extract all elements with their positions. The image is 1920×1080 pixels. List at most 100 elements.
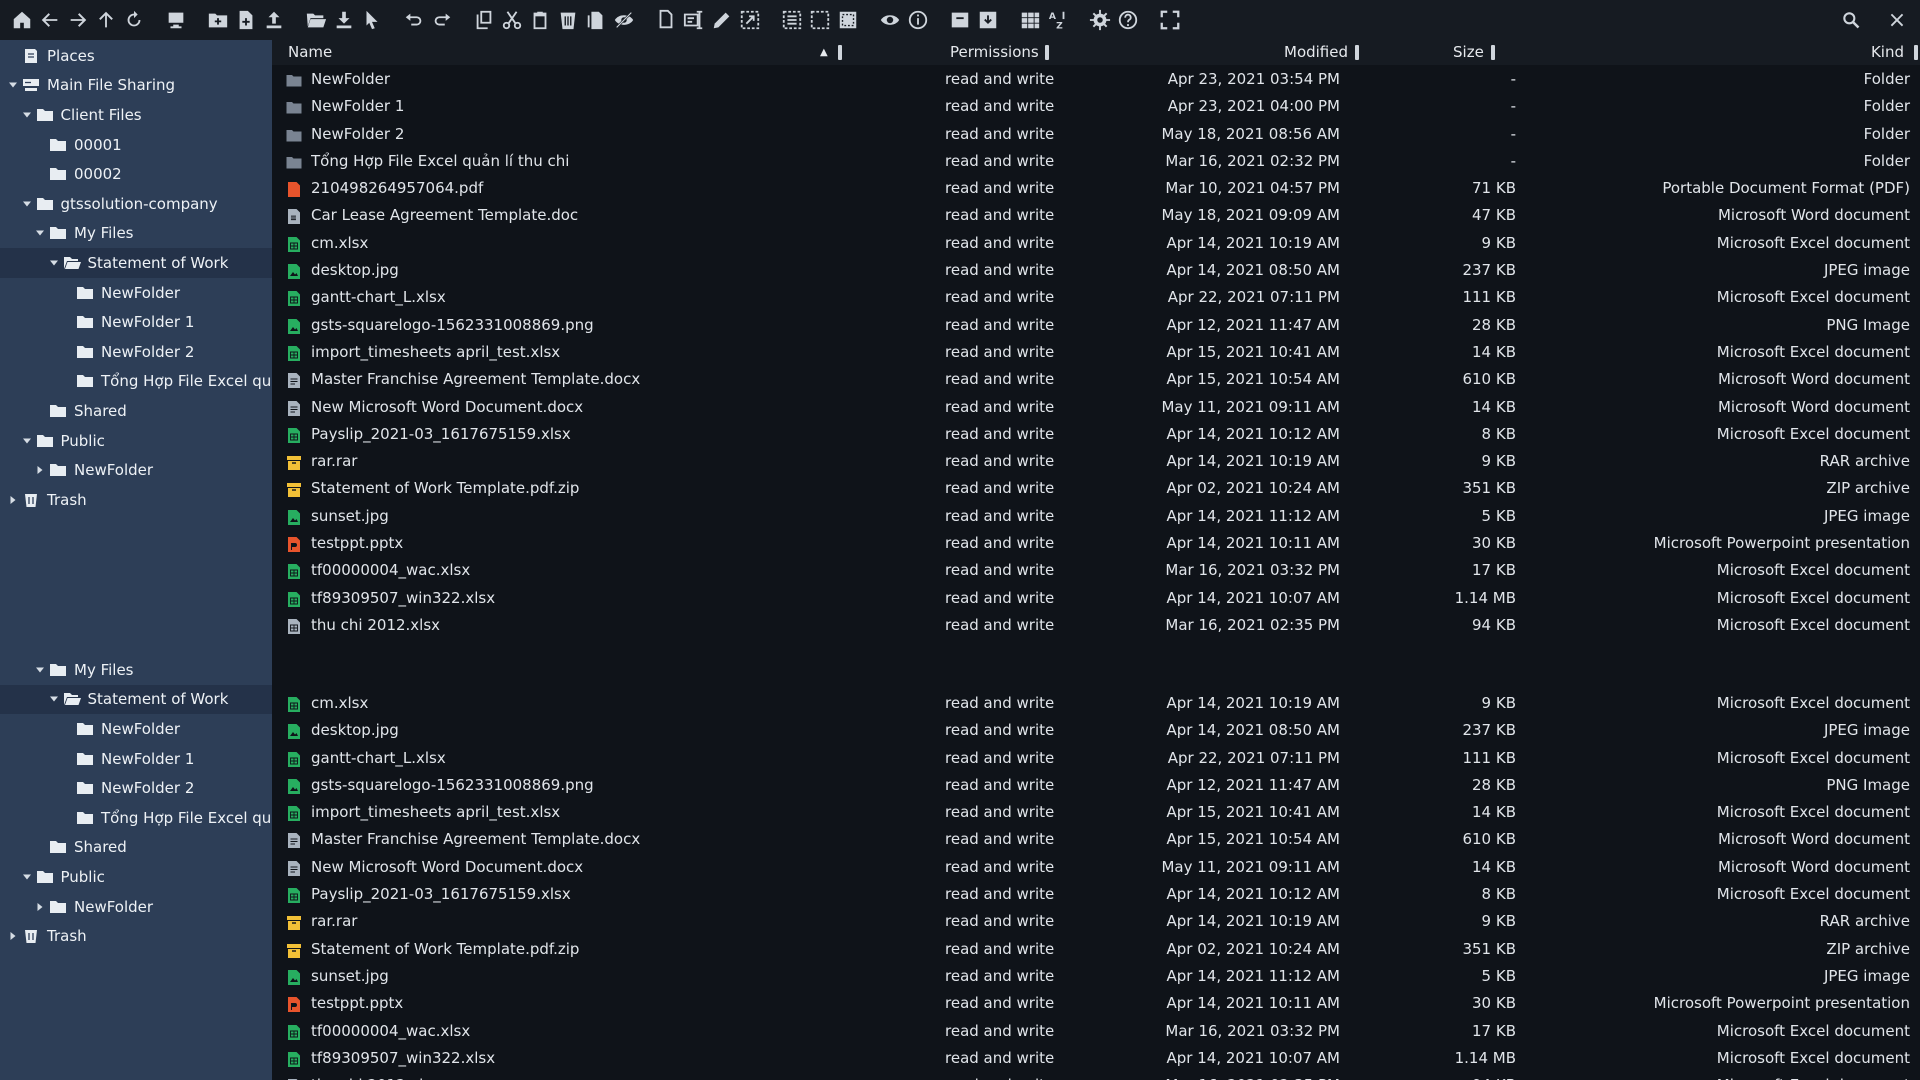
file-row[interactable]: Master Franchise Agreement Template.docx… (272, 826, 1920, 853)
file-row[interactable]: Statement of Work Template.pdf.zip read a… (272, 936, 1920, 963)
tree-item-t-ng-h-p-file-excel-qu-n[interactable]: Tổng Hợp File Excel quản (0, 367, 272, 397)
tree-toggle[interactable] (20, 108, 34, 122)
tree-toggle[interactable] (20, 434, 34, 448)
tree-item-statement-of-work[interactable]: Statement of Work (0, 248, 272, 278)
file-row[interactable]: thu chi 2012.xlsx read and write Mar 16, 2… (272, 612, 1920, 639)
back-button[interactable] (37, 7, 63, 33)
file-row[interactable]: cm.xlsx read and write Apr 14, 2021 10:19 … (272, 230, 1920, 257)
column-kind[interactable]: Kind (1871, 40, 1904, 65)
extract-button[interactable] (975, 7, 1001, 33)
copy-button[interactable] (471, 7, 497, 33)
tree-item-newfolder[interactable]: NewFolder (0, 892, 272, 922)
tree-item-client-files[interactable]: Client Files (0, 100, 272, 130)
tree-item-main-file-sharing[interactable]: Main File Sharing (0, 71, 272, 101)
file-row[interactable]: tf00000004_wac.xlsx read and write Mar 16,… (272, 1018, 1920, 1045)
duplicate-button[interactable] (653, 7, 679, 33)
file-row[interactable]: sunset.jpg read and write Apr 14, 2021 11:… (272, 503, 1920, 530)
file-row[interactable]: testppt.pptx read and write Apr 14, 2021 1… (272, 990, 1920, 1017)
column-size[interactable]: Size (1453, 40, 1484, 65)
tree-item-trash[interactable]: Trash (0, 921, 272, 951)
select-none-button[interactable] (807, 7, 833, 33)
file-row[interactable]: NewFolder read and write Apr 23, 2021 03:5… (272, 66, 1920, 93)
invert-selection-button[interactable] (835, 7, 861, 33)
upload-button[interactable] (261, 7, 287, 33)
grid-view-button[interactable] (1017, 7, 1043, 33)
edit-button[interactable] (709, 7, 735, 33)
forward-button[interactable] (65, 7, 91, 33)
tree-item-my-files[interactable]: My Files (0, 655, 272, 685)
tree-item-trash[interactable]: Trash (0, 485, 272, 515)
tree-toggle[interactable] (33, 226, 47, 240)
settings-button[interactable] (1087, 7, 1113, 33)
file-row[interactable]: Tổng Hợp File Excel quản lí thu chi read … (272, 148, 1920, 175)
hide-button[interactable] (611, 7, 637, 33)
tree-toggle[interactable] (20, 197, 34, 211)
tree-item-public[interactable]: Public (0, 426, 272, 456)
tree-item-statement-of-work[interactable]: Statement of Work (0, 684, 272, 715)
sort-az-button[interactable]: AZ (1045, 7, 1071, 33)
tree-item-newfolder-1[interactable]: NewFolder 1 (0, 744, 272, 774)
tree-item-newfolder[interactable]: NewFolder (0, 714, 272, 744)
paste-button[interactable] (527, 7, 553, 33)
tree-item-gtssolution-company[interactable]: gtssolution-company (0, 189, 272, 219)
column-resize-handle[interactable] (1491, 45, 1495, 60)
tree-toggle[interactable] (47, 256, 61, 270)
tree-toggle[interactable] (33, 900, 47, 914)
file-row[interactable]: gsts-squarelogo-1562331008869.png read an… (272, 312, 1920, 339)
column-resize-handle[interactable] (1914, 45, 1918, 60)
file-row[interactable]: testppt.pptx read and write Apr 14, 2021 1… (272, 530, 1920, 557)
file-row[interactable]: New Microsoft Word Document.docx read and… (272, 854, 1920, 881)
clipboard-button[interactable] (583, 7, 609, 33)
file-row[interactable]: cm.xlsx read and write Apr 14, 2021 10:19 … (272, 690, 1920, 717)
tree-item-newfolder[interactable]: NewFolder (0, 455, 272, 485)
tree-toggle[interactable] (6, 929, 20, 943)
tree-item-t-ng-h-p-file-excel-qu-n[interactable]: Tổng Hợp File Excel quản (0, 803, 272, 833)
file-row[interactable]: Master Franchise Agreement Template.docx… (272, 366, 1920, 393)
file-row[interactable]: import_timesheets april_test.xlsx read an… (272, 799, 1920, 826)
tree-item-00002[interactable]: 00002 (0, 159, 272, 189)
tree-item-public[interactable]: Public (0, 862, 272, 892)
archive-button[interactable] (947, 7, 973, 33)
cursor-button[interactable] (359, 7, 385, 33)
undo-button[interactable] (401, 7, 427, 33)
file-row[interactable]: sunset.jpg read and write Apr 14, 2021 11:… (272, 963, 1920, 990)
file-row[interactable]: gantt-chart_L.xlsx read and write Apr 22, … (272, 745, 1920, 772)
rename-button[interactable] (681, 7, 707, 33)
fullscreen-button[interactable] (1157, 7, 1183, 33)
tree-item-newfolder[interactable]: NewFolder (0, 278, 272, 308)
tree-item-shared[interactable]: Shared (0, 833, 272, 863)
up-button[interactable] (93, 7, 119, 33)
file-row[interactable]: rar.rar read and write Apr 14, 2021 10:19 … (272, 448, 1920, 475)
file-row[interactable]: NewFolder 2 read and write May 18, 2021 08… (272, 121, 1920, 148)
tree-toggle[interactable] (33, 463, 47, 477)
file-row[interactable]: thu chi 2012.xlsx read and write Mar 16, 2… (272, 1072, 1920, 1080)
column-resize-handle[interactable] (1045, 45, 1049, 60)
tree-toggle[interactable] (20, 870, 34, 884)
file-row[interactable]: Payslip_2021-03_1617675159.xlsx read and … (272, 881, 1920, 908)
refresh-button[interactable] (121, 7, 147, 33)
tree-toggle[interactable] (6, 78, 20, 92)
tree-item-newfolder-2[interactable]: NewFolder 2 (0, 773, 272, 803)
file-row[interactable]: desktop.jpg read and write Apr 14, 2021 08… (272, 717, 1920, 744)
column-name[interactable]: Name (288, 40, 332, 65)
file-row[interactable]: gantt-chart_L.xlsx read and write Apr 22, … (272, 284, 1920, 311)
home-button[interactable] (9, 7, 35, 33)
tree-item-shared[interactable]: Shared (0, 396, 272, 426)
column-resize-handle[interactable] (1355, 45, 1359, 60)
file-row[interactable]: tf00000004_wac.xlsx read and write Mar 16,… (272, 557, 1920, 584)
file-row[interactable]: NewFolder 1 read and write Apr 23, 2021 04… (272, 93, 1920, 120)
file-row[interactable]: ≡ Car Lease Agreement Template.doc read an… (272, 202, 1920, 229)
tree-toggle[interactable] (47, 692, 61, 706)
tree-item-my-files[interactable]: My Files (0, 219, 272, 249)
file-row[interactable]: New Microsoft Word Document.docx read and… (272, 394, 1920, 421)
new-file-button[interactable] (233, 7, 259, 33)
resize-button[interactable] (737, 7, 763, 33)
cut-button[interactable] (499, 7, 525, 33)
help-button[interactable] (1115, 7, 1141, 33)
column-permissions[interactable]: Permissions (950, 40, 1039, 65)
column-modified[interactable]: Modified (1284, 40, 1348, 65)
file-row[interactable]: Statement of Work Template.pdf.zip read a… (272, 475, 1920, 502)
tree-toggle[interactable] (6, 493, 20, 507)
new-folder-button[interactable] (205, 7, 231, 33)
tree-item-newfolder-2[interactable]: NewFolder 2 (0, 337, 272, 367)
